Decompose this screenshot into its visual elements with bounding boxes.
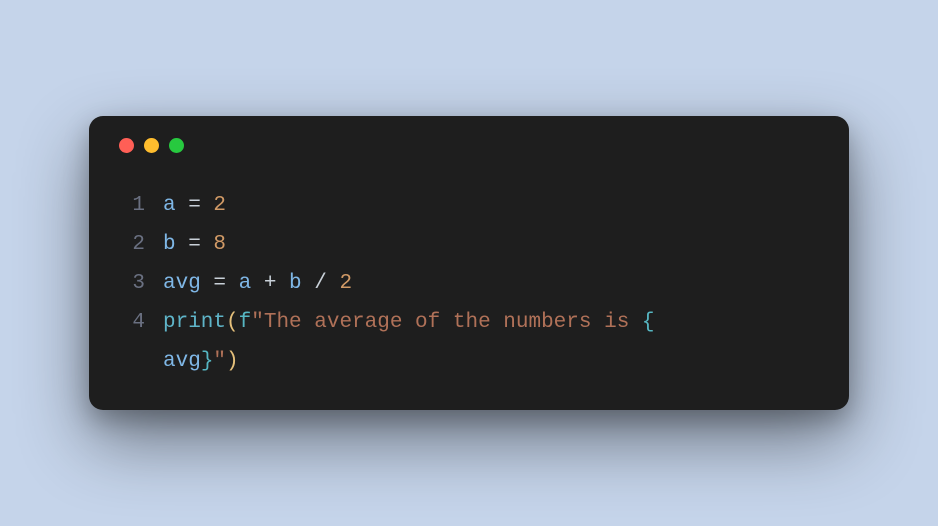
token: ) (226, 350, 239, 373)
code-block: 1a = 22b = 83avg = a + b / 24print(f"The… (115, 187, 823, 381)
token: } (201, 350, 214, 373)
code-window: 1a = 22b = 83avg = a + b / 24print(f"The… (89, 116, 849, 409)
line-number: 3 (115, 265, 145, 304)
code-line: 3avg = a + b / 2 (115, 265, 823, 304)
token: a (163, 194, 176, 217)
code-source: b = 8 (145, 226, 226, 265)
token: = (176, 233, 214, 256)
code-source: avg}") (145, 343, 239, 382)
token: / (302, 272, 340, 295)
token: b (289, 272, 302, 295)
code-line: 4print(f"The average of the numbers is { (115, 304, 823, 343)
code-source: print(f"The average of the numbers is { (145, 304, 655, 343)
token: print (163, 311, 226, 334)
token: = (201, 272, 239, 295)
code-line: 1a = 2 (115, 187, 823, 226)
token: " (213, 350, 226, 373)
token: avg (163, 272, 201, 295)
code-line: 2b = 8 (115, 226, 823, 265)
token: f (239, 311, 252, 334)
token: ( (226, 311, 239, 334)
token: 2 (213, 194, 226, 217)
line-number: 2 (115, 226, 145, 265)
token: avg (163, 350, 201, 373)
minimize-icon[interactable] (144, 138, 159, 153)
line-number: 1 (115, 187, 145, 226)
token: a (239, 272, 252, 295)
code-source: avg = a + b / 2 (145, 265, 352, 304)
token: b (163, 233, 176, 256)
close-icon[interactable] (119, 138, 134, 153)
token: = (176, 194, 214, 217)
token: 8 (213, 233, 226, 256)
zoom-icon[interactable] (169, 138, 184, 153)
token: { (642, 311, 655, 334)
code-source: a = 2 (145, 187, 226, 226)
token: + (251, 272, 289, 295)
token: "The average of the numbers is (251, 311, 642, 334)
traffic-lights (119, 138, 823, 153)
token: 2 (339, 272, 352, 295)
code-line-continuation: avg}") (115, 343, 823, 382)
line-number: 4 (115, 304, 145, 343)
